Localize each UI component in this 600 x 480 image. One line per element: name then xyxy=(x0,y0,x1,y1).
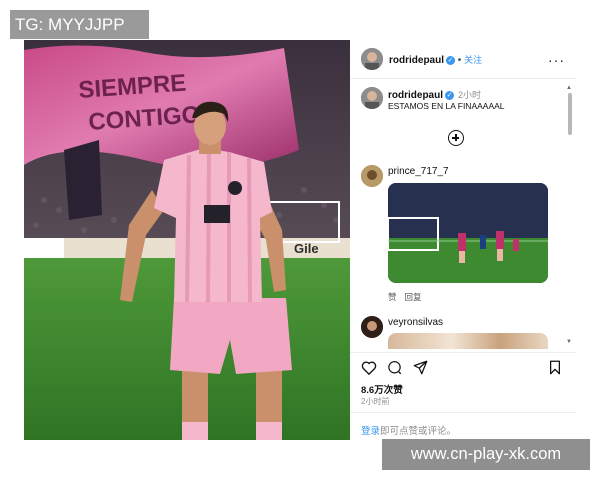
caption-verified-icon: ✓ xyxy=(445,90,455,100)
action-bar xyxy=(350,352,576,377)
follow-button[interactable]: 关注 xyxy=(464,55,482,65)
comment-like-button[interactable]: 赞 xyxy=(388,292,397,302)
bookmark-icon[interactable] xyxy=(549,360,561,375)
post-panel: rodridepaul ✓ • 关注 ··· rodridepaul ✓ 2小时 ES… xyxy=(350,40,576,440)
post-photo[interactable]: SIEMPRE CONTIGO Gile xyxy=(24,40,350,440)
caption-avatar[interactable] xyxy=(361,87,383,109)
player-photo-illustration: SIEMPRE CONTIGO Gile xyxy=(24,40,350,440)
caption-time: 2小时 xyxy=(458,90,482,100)
login-prompt: 登录即可点赞或评论。 xyxy=(361,423,456,437)
share-icon[interactable] xyxy=(413,360,428,375)
comment-avatar[interactable] xyxy=(361,165,383,187)
author-avatar[interactable] xyxy=(361,48,383,70)
separator-dot: • xyxy=(457,55,462,66)
scroll-up-arrow-icon[interactable]: ▲ xyxy=(565,85,573,91)
comment-image[interactable] xyxy=(388,183,548,283)
comment-icon[interactable] xyxy=(387,360,402,375)
verified-icon: ✓ xyxy=(446,55,456,65)
login-link[interactable]: 登录 xyxy=(361,426,380,437)
author-username[interactable]: rodridepaul xyxy=(389,55,444,66)
scrollbar-thumb[interactable] xyxy=(568,93,572,135)
comment-avatar-2[interactable] xyxy=(361,316,383,338)
scroll-down-arrow-icon[interactable]: ▼ xyxy=(565,339,573,345)
comment-image-2[interactable] xyxy=(388,333,548,349)
comment-actions: 赞回复 xyxy=(388,291,430,303)
watermark-top: TG: MYYJJPP xyxy=(10,10,149,39)
post-header: rodridepaul ✓ • 关注 ··· xyxy=(350,40,576,79)
more-options-icon[interactable]: ··· xyxy=(548,52,565,68)
comment-video-thumbnail xyxy=(388,183,548,283)
ad-board-text: Gile xyxy=(294,241,319,256)
comment-username[interactable]: prince_717_7 xyxy=(388,166,449,177)
comment-username-2[interactable]: veyronsilvas xyxy=(388,317,443,328)
author-header-row: rodridepaul ✓ • 关注 xyxy=(389,53,482,66)
caption-username[interactable]: rodridepaul xyxy=(388,90,443,101)
caption-text: ESTAMOS EN LA FINAAAAAL 󠀠󠀠󠀠 xyxy=(388,101,507,111)
caption-header-row: rodridepaul ✓ 2小时 xyxy=(388,88,481,101)
watermark-bottom: www.cn-play-xk.com xyxy=(382,439,590,470)
login-prompt-text: 即可点赞或评论。 xyxy=(380,426,457,437)
comment-reply-button[interactable]: 回复 xyxy=(405,292,422,302)
load-more-comments-icon[interactable] xyxy=(448,130,464,146)
post-timestamp: 2小时前 xyxy=(361,397,390,406)
likes-count[interactable]: 8.6万次赞 xyxy=(361,382,403,396)
heart-icon[interactable] xyxy=(361,360,377,375)
